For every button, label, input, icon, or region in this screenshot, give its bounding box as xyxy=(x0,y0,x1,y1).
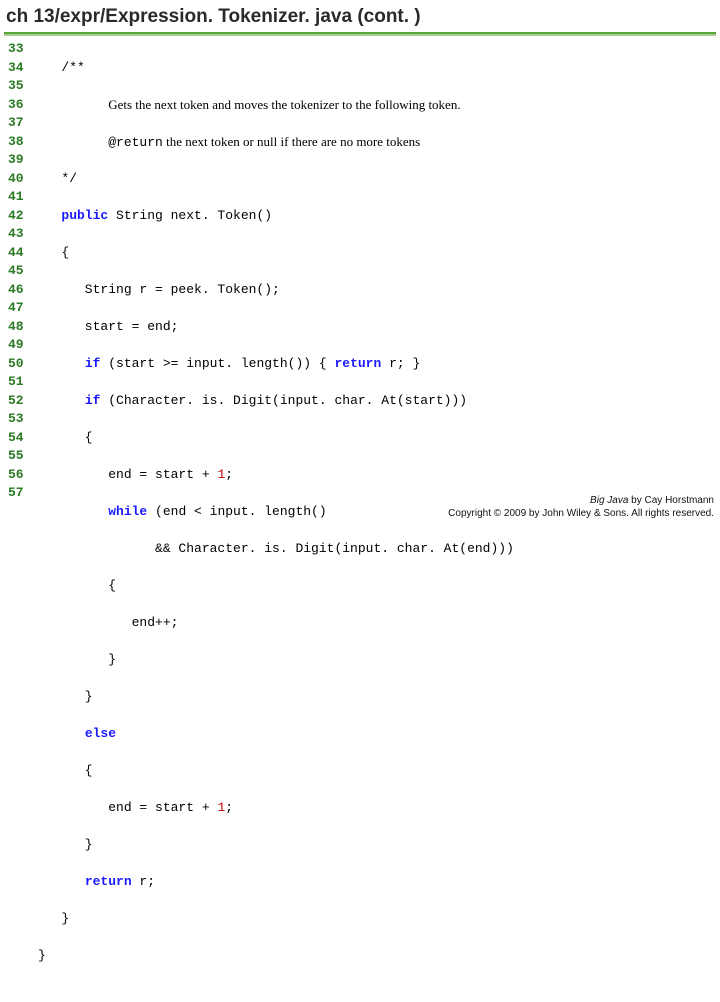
code-line: && Character. is. Digit(input. char. At(… xyxy=(38,540,720,559)
line-number: 57 xyxy=(4,484,38,503)
code-line: } xyxy=(38,836,720,855)
line-number: 43 xyxy=(4,225,38,244)
line-number: 41 xyxy=(4,188,38,207)
line-number: 37 xyxy=(4,114,38,133)
code-line: { xyxy=(38,577,720,596)
line-number-gutter: 3334353637383940414243444546474849505152… xyxy=(4,40,38,1002)
line-number: 44 xyxy=(4,244,38,263)
line-number: 34 xyxy=(4,59,38,78)
line-number: 38 xyxy=(4,133,38,152)
line-number: 50 xyxy=(4,355,38,374)
line-number: 33 xyxy=(4,40,38,59)
line-number: 51 xyxy=(4,373,38,392)
code-line: end++; xyxy=(38,614,720,633)
line-number: 40 xyxy=(4,170,38,189)
line-number: 53 xyxy=(4,410,38,429)
code-line: } xyxy=(38,688,720,707)
code-line: Gets the next token and moves the tokeni… xyxy=(38,96,720,115)
copyright-footer: Big Java by Cay Horstmann Copyright © 20… xyxy=(448,495,714,520)
line-number: 45 xyxy=(4,262,38,281)
code-line: if (start >= input. length()) { return r… xyxy=(38,355,720,374)
line-number: 56 xyxy=(4,466,38,485)
line-number: 39 xyxy=(4,151,38,170)
line-number: 49 xyxy=(4,336,38,355)
line-number: 48 xyxy=(4,318,38,337)
code-line: { xyxy=(38,429,720,448)
code-line: { xyxy=(38,244,720,263)
line-number: 54 xyxy=(4,429,38,448)
slide-title: ch 13/expr/Expression. Tokenizer. java (… xyxy=(0,0,720,32)
code-line: if (Character. is. Digit(input. char. At… xyxy=(38,392,720,411)
line-number: 36 xyxy=(4,96,38,115)
code-line: @return the next token or null if there … xyxy=(38,133,720,152)
code-line: end = start + 1; xyxy=(38,466,720,485)
code-line: } xyxy=(38,651,720,670)
code-content: /** Gets the next token and moves the to… xyxy=(38,40,720,1002)
code-line: else xyxy=(38,725,720,744)
code-line: } xyxy=(38,910,720,929)
line-number: 55 xyxy=(4,447,38,466)
code-line: */ xyxy=(38,170,720,189)
code-block: 3334353637383940414243444546474849505152… xyxy=(0,40,720,1002)
code-line: start = end; xyxy=(38,318,720,337)
code-line: public String next. Token() xyxy=(38,207,720,226)
code-line: /** xyxy=(38,59,720,78)
code-line: } xyxy=(38,947,720,966)
code-line: { xyxy=(38,762,720,781)
line-number: 42 xyxy=(4,207,38,226)
line-number: 47 xyxy=(4,299,38,318)
code-line: end = start + 1; xyxy=(38,799,720,818)
line-number: 35 xyxy=(4,77,38,96)
code-line: return r; xyxy=(38,873,720,892)
code-line: String r = peek. Token(); xyxy=(38,281,720,300)
line-number: 46 xyxy=(4,281,38,300)
line-number: 52 xyxy=(4,392,38,411)
divider-bottom xyxy=(4,34,716,36)
